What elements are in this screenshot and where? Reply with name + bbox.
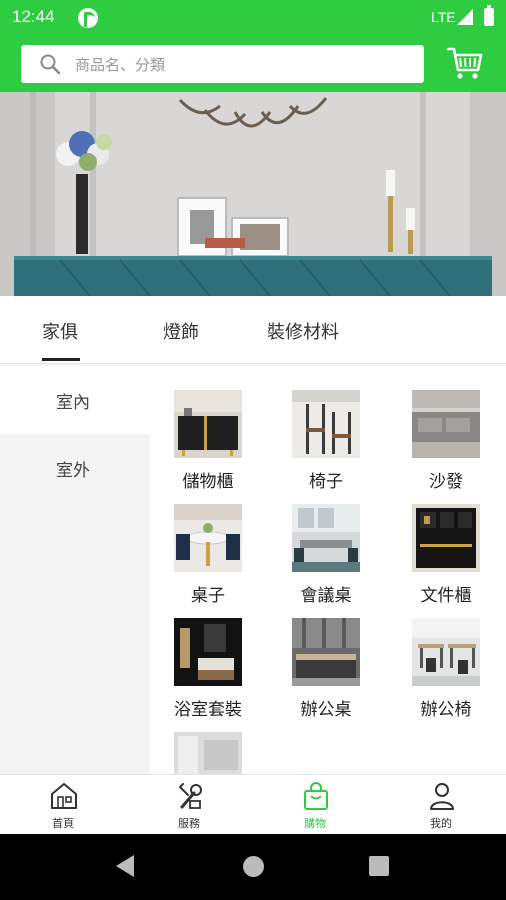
tab-renovation-materials[interactable]: 裝修材料 [267, 318, 339, 344]
product-image [412, 504, 480, 572]
nav-profile[interactable]: 我的 [378, 775, 504, 835]
active-tab-indicator [42, 358, 80, 361]
app-header: 商品名、分類 [0, 36, 506, 92]
nav-label: 首頁 [52, 817, 74, 830]
tab-lighting[interactable]: 燈飾 [163, 318, 199, 344]
network-type: LTE [431, 9, 456, 25]
product-image [412, 390, 480, 458]
banner-image [0, 92, 506, 296]
category-tabs: 家俱 燈飾 裝修材料 [0, 296, 506, 364]
product-grid: 儲物櫃 椅子 沙發 桌子 會議桌 文件櫃 浴室套裝 辦公桌 辦公椅 [150, 366, 506, 774]
cart-icon[interactable] [446, 44, 484, 82]
product-image [174, 390, 242, 458]
sidebar-item-outdoor[interactable]: 室外 [0, 434, 150, 502]
app-notification-icon [78, 8, 98, 28]
product-conference-table[interactable]: 會議桌 [268, 480, 368, 606]
product-image [292, 618, 360, 686]
product-label: 辦公桌 [300, 700, 352, 720]
search-icon [40, 54, 61, 75]
sidebar-item-label: 室外 [56, 461, 90, 481]
product-label: 辦公椅 [420, 700, 472, 720]
tools-icon [179, 783, 202, 809]
nav-home[interactable]: 首頁 [0, 775, 126, 835]
promo-banner[interactable] [0, 92, 506, 296]
subcategory-sidebar: 室內 室外 [0, 366, 150, 774]
recent-apps-icon[interactable] [369, 856, 389, 876]
nav-label: 服務 [178, 817, 200, 830]
home-icon[interactable] [243, 856, 264, 877]
sidebar-item-indoor[interactable]: 室內 [0, 366, 150, 434]
product-sofa[interactable]: 沙發 [388, 366, 488, 492]
back-icon[interactable] [116, 855, 134, 877]
search-input[interactable]: 商品名、分類 [75, 54, 165, 75]
product-image [174, 618, 242, 686]
system-navigation-bar [0, 834, 506, 900]
product-image [292, 504, 360, 572]
product-chair[interactable]: 椅子 [268, 366, 368, 492]
product-bathroom-set[interactable]: 浴室套裝 [150, 594, 250, 720]
person-icon [430, 783, 454, 810]
product-storage-cabinet[interactable]: 儲物櫃 [150, 366, 250, 492]
house-icon [51, 783, 77, 809]
bottom-navigation: 首頁 服務 購物 我的 [0, 774, 506, 834]
sidebar-item-label: 室內 [56, 393, 90, 413]
product-table[interactable]: 桌子 [150, 480, 250, 606]
nav-label: 我的 [430, 817, 452, 830]
product-image [412, 618, 480, 686]
search-bar[interactable]: 商品名、分類 [21, 45, 424, 83]
product-image [292, 390, 360, 458]
product-item[interactable] [150, 708, 250, 774]
product-image [174, 504, 242, 572]
status-time: 12:44 [12, 7, 55, 26]
product-file-cabinet[interactable]: 文件櫃 [388, 480, 488, 606]
tab-furniture[interactable]: 家俱 [42, 318, 78, 344]
product-image [174, 732, 242, 774]
nav-service[interactable]: 服務 [126, 775, 252, 835]
nav-shopping[interactable]: 購物 [252, 775, 378, 835]
shopping-bag-icon [304, 782, 328, 810]
battery-icon [484, 5, 494, 26]
nav-label: 購物 [304, 817, 326, 830]
product-office-chair[interactable]: 辦公椅 [388, 594, 488, 720]
signal-icon [457, 9, 473, 25]
product-office-desk[interactable]: 辦公桌 [268, 594, 368, 720]
status-bar: 12:44 LTE [0, 0, 506, 36]
